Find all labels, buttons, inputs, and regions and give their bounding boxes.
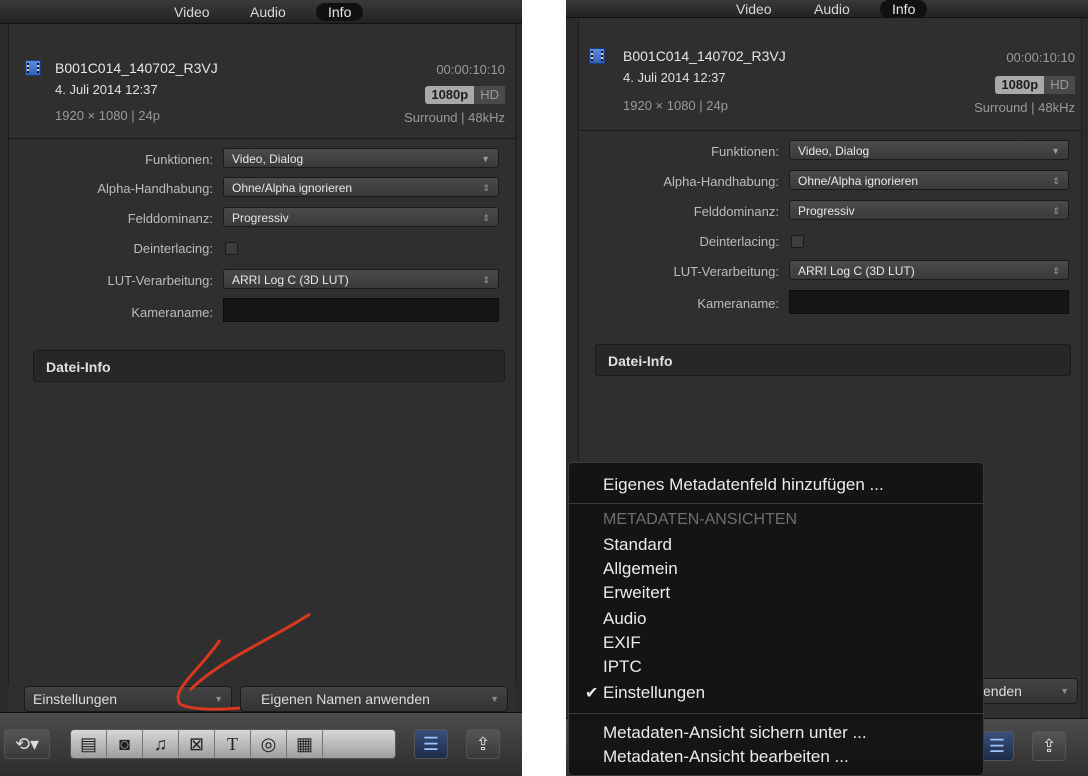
updown-icon: ⇕ [482, 183, 490, 193]
filmstrip-icon[interactable]: ▤ [71, 730, 107, 758]
lut-label: LUT-Verarbeitung: [673, 264, 779, 279]
felddominanz-label: Felddominanz: [693, 204, 779, 219]
alpha-label: Alpha-Handhabung: [97, 181, 213, 196]
chevron-down-icon: ▼ [490, 694, 499, 704]
lut-label: LUT-Verarbeitung: [107, 273, 213, 288]
tab-audio[interactable]: Audio [238, 3, 298, 21]
alpha-label: Alpha-Handhabung: [663, 174, 779, 189]
chevron-down-icon: ▼ [1051, 146, 1060, 156]
funktionen-popup[interactable]: Video, Dialog ▼ [789, 140, 1069, 160]
clip-name: B001C014_140702_R3VJ [55, 60, 218, 76]
share-icon[interactable]: ⇪ [1032, 731, 1066, 761]
clip-date: 4. Juli 2014 12:37 [55, 82, 158, 97]
theme-icon[interactable]: ▦ [287, 730, 323, 758]
menu-item-edit-view[interactable]: Metadaten-Ansicht bearbeiten ... [603, 747, 849, 767]
kameraname-label: Kameraname: [697, 296, 779, 311]
deinterlacing-label: Deinterlacing: [133, 241, 214, 256]
tab-video[interactable]: Video [724, 0, 784, 18]
kameraname-label: Kameraname: [131, 305, 213, 320]
alpha-popup[interactable]: Ohne/Alpha ignorieren ⇕ [789, 170, 1069, 190]
menu-item-save-view[interactable]: Metadaten-Ansicht sichern unter ... [603, 723, 867, 743]
browser-button-group: ▤ ◙ ♫ ⊠ T ◎ ▦ [70, 729, 396, 759]
menu-divider [569, 713, 983, 714]
section-datei-info[interactable]: Datei-Info [595, 344, 1071, 376]
menu-item-erweitert[interactable]: Erweitert [603, 583, 670, 603]
menu-item-audio[interactable]: Audio [603, 609, 646, 629]
funktionen-label: Funktionen: [711, 144, 779, 159]
clip-timecode: 00:00:10:10 [1006, 50, 1075, 65]
menu-header-views: METADATEN-ANSICHTEN [603, 511, 798, 528]
kameraname-field[interactable] [223, 298, 499, 322]
menu-item-iptc[interactable]: IPTC [603, 657, 642, 677]
deinterlacing-label: Deinterlacing: [699, 234, 780, 249]
clip-date: 4. Juli 2014 12:37 [623, 70, 726, 85]
tab-video[interactable]: Video [162, 3, 222, 21]
inspector-panel-left: Video Audio Info B001C014_140702_R3VJ 00… [0, 0, 522, 776]
inspector-frame: B001C014_140702_R3VJ 00:00:10:10 4. Juli… [8, 24, 517, 692]
funktionen-popup[interactable]: Video, Dialog ▼ [223, 148, 499, 168]
inspector-tab-bar: Video Audio Info [0, 0, 522, 24]
divider [579, 130, 1083, 131]
inspector-icon[interactable]: ☰ [414, 729, 448, 759]
clip-filmstrip-icon [25, 60, 41, 76]
music-icon[interactable]: ♫ [143, 730, 179, 758]
apply-name-popup[interactable]: enden ▼ [978, 678, 1078, 704]
updown-icon: ⇕ [1052, 266, 1060, 276]
clip-audio-info: Surround | 48kHz [974, 100, 1075, 115]
section-datei-info[interactable]: Datei-Info [33, 350, 505, 382]
updown-icon: ⇕ [482, 213, 490, 223]
transition-icon[interactable]: ⊠ [179, 730, 215, 758]
generator-icon[interactable]: ◎ [251, 730, 287, 758]
menu-divider [569, 503, 983, 504]
updown-icon: ⇕ [482, 275, 490, 285]
chevron-down-icon: ▼ [481, 154, 490, 164]
title-icon[interactable]: T [215, 730, 251, 758]
felddominanz-label: Felddominanz: [127, 211, 213, 226]
bottom-bar: enden ▼ [978, 678, 1082, 704]
funktionen-label: Funktionen: [145, 152, 213, 167]
clip-resolution: 1920 × 1080 | 24p [623, 98, 728, 113]
clip-name: B001C014_140702_R3VJ [623, 48, 786, 64]
deinterlacing-checkbox[interactable] [225, 242, 238, 255]
undo-icon[interactable]: ⟲▾ [4, 729, 50, 759]
inspector-tab-bar: Video Audio Info [566, 0, 1088, 18]
deinterlacing-checkbox[interactable] [791, 235, 804, 248]
tab-audio[interactable]: Audio [802, 0, 862, 18]
kameraname-field[interactable] [789, 290, 1069, 314]
chevron-down-icon: ▼ [1060, 686, 1069, 696]
bottom-toolbar: ⟲▾ ▤ ◙ ♫ ⊠ T ◎ ▦ ☰ ⇪ [0, 712, 522, 776]
updown-icon: ⇕ [1052, 206, 1060, 216]
clip-filmstrip-icon [589, 48, 605, 64]
clip-audio-info: Surround | 48kHz [404, 110, 505, 125]
divider [9, 138, 517, 139]
format-badge: 1080p HD [995, 76, 1075, 94]
camera-icon[interactable]: ◙ [107, 730, 143, 758]
alpha-popup[interactable]: Ohne/Alpha ignorieren ⇕ [223, 177, 499, 197]
felddominanz-popup[interactable]: Progressiv ⇕ [223, 207, 499, 227]
tab-info[interactable]: Info [316, 3, 364, 21]
updown-icon: ⇕ [1052, 176, 1060, 186]
tab-info[interactable]: Info [880, 0, 928, 18]
lut-popup[interactable]: ARRI Log C (3D LUT) ⇕ [789, 260, 1069, 280]
lut-popup[interactable]: ARRI Log C (3D LUT) ⇕ [223, 269, 499, 289]
clip-resolution: 1920 × 1080 | 24p [55, 108, 160, 123]
menu-item-einstellungen[interactable]: Einstellungen [603, 683, 705, 703]
menu-item-allgemein[interactable]: Allgemein [603, 559, 678, 579]
format-badge: 1080p HD [425, 86, 505, 104]
metadata-view-menu: Eigenes Metadatenfeld hinzufügen ... MET… [568, 462, 984, 776]
annotation-arrow [176, 612, 311, 711]
menu-item-standard[interactable]: Standard [603, 535, 672, 555]
inspector-icon[interactable]: ☰ [980, 731, 1014, 761]
felddominanz-popup[interactable]: Progressiv ⇕ [789, 200, 1069, 220]
checkmark-icon: ✔ [585, 685, 599, 702]
share-icon[interactable]: ⇪ [466, 729, 500, 759]
clip-timecode: 00:00:10:10 [436, 62, 505, 77]
menu-item-exif[interactable]: EXIF [603, 633, 641, 653]
menu-item-add-field[interactable]: Eigenes Metadatenfeld hinzufügen ... [603, 475, 884, 495]
